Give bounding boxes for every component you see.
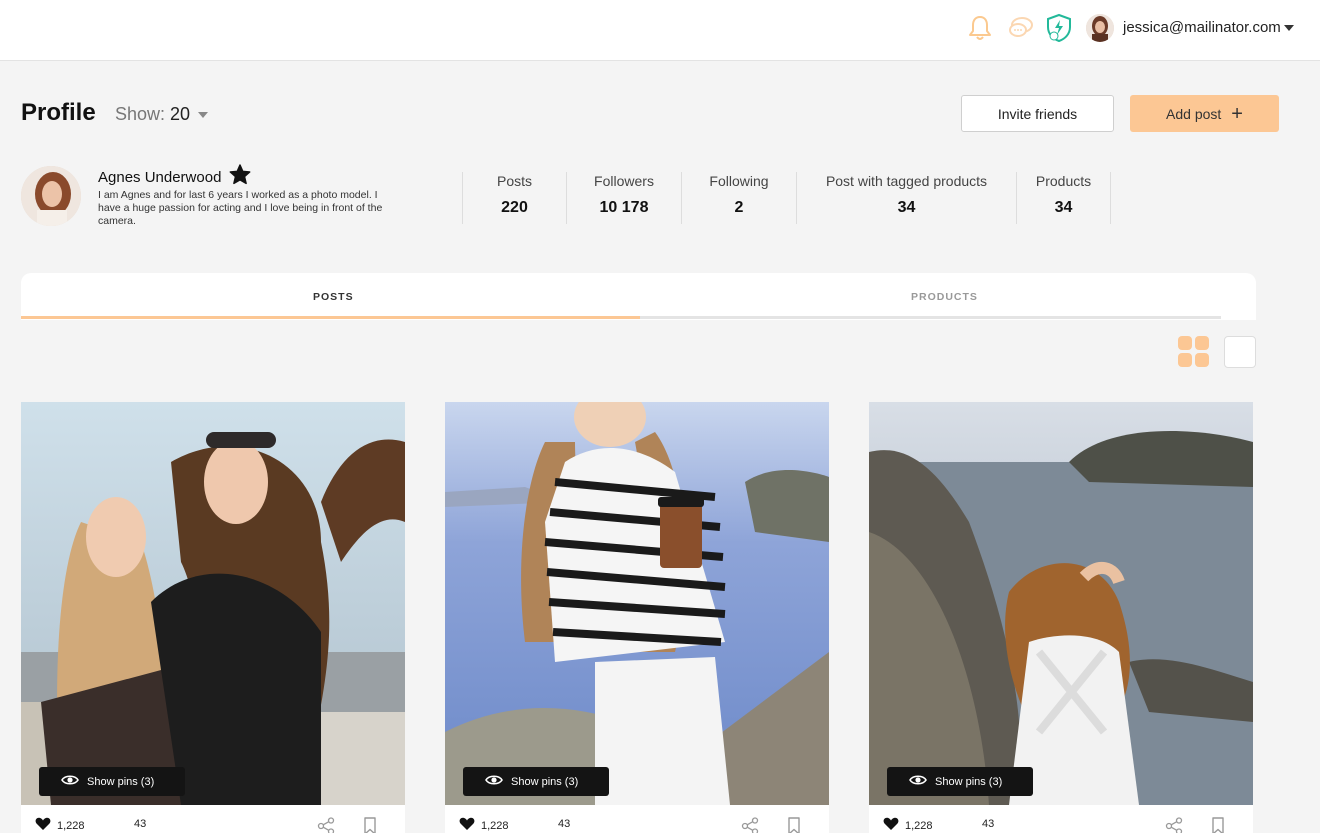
show-pins-label: Show pins (3) xyxy=(87,775,155,788)
share-icon[interactable] xyxy=(317,817,335,833)
shield-bolt-icon[interactable] xyxy=(1045,13,1073,43)
show-pins-button[interactable]: Show pins (3) xyxy=(39,767,185,796)
top-bar: jessica@mailinator.com xyxy=(0,0,1320,61)
stat-value: 34 xyxy=(897,199,916,216)
heart-icon xyxy=(35,817,51,833)
profile-stats: Posts 220 Followers 10 178 Following 2 P… xyxy=(462,172,1111,224)
avatar[interactable] xyxy=(1086,14,1114,42)
eye-icon xyxy=(485,774,503,789)
show-count-dropdown[interactable]: Show: 20 xyxy=(115,104,209,125)
add-post-button[interactable]: Add post + xyxy=(1130,95,1279,132)
bell-icon[interactable] xyxy=(966,13,994,43)
caret-down-icon[interactable] xyxy=(1284,25,1294,31)
post-card[interactable]: Show pins (3) 1,228 43 xyxy=(21,402,405,833)
stat-value: 220 xyxy=(501,199,528,216)
stat-value: 10 178 xyxy=(599,199,649,216)
stat-value: 34 xyxy=(1054,199,1073,216)
post-footer: 1,228 43 xyxy=(445,805,829,833)
user-email[interactable]: jessica@mailinator.com xyxy=(1123,19,1281,36)
star-badge-icon xyxy=(229,164,251,190)
likes-count: 1,228 xyxy=(905,819,933,832)
share-icon[interactable] xyxy=(741,817,759,833)
show-value: 20 xyxy=(170,104,191,124)
like-button[interactable]: 1,228 xyxy=(35,817,85,833)
add-post-label: Add post xyxy=(1166,105,1222,122)
bookmark-icon[interactable] xyxy=(787,817,801,833)
show-label: Show: xyxy=(115,104,166,124)
content-tabs: POSTS PRODUCTS xyxy=(21,273,1256,320)
page-title: Profile xyxy=(21,99,96,126)
stat-label: Products xyxy=(1035,173,1092,189)
likes-count: 1,228 xyxy=(481,819,509,832)
like-button[interactable]: 1,228 xyxy=(459,817,509,833)
list-view-button[interactable] xyxy=(1224,336,1256,368)
invite-friends-button[interactable]: Invite friends xyxy=(961,95,1114,132)
stat-label: Post with tagged products xyxy=(825,173,988,189)
stat-posts[interactable]: Posts 220 xyxy=(462,172,566,224)
post-image[interactable] xyxy=(869,402,1253,805)
post-image[interactable] xyxy=(445,402,829,805)
bookmark-icon[interactable] xyxy=(1211,817,1225,833)
post-footer: 1,228 43 xyxy=(869,805,1253,833)
bookmark-icon[interactable] xyxy=(363,817,377,833)
grid-view-icon[interactable] xyxy=(1178,336,1210,368)
tab-posts[interactable]: POSTS xyxy=(313,291,354,303)
post-image[interactable] xyxy=(21,402,405,805)
tab-active-indicator xyxy=(21,316,640,319)
show-pins-label: Show pins (3) xyxy=(511,775,579,788)
eye-icon xyxy=(909,774,927,789)
post-card[interactable]: Show pins (3) 1,228 43 xyxy=(445,402,829,833)
like-button[interactable]: 1,228 xyxy=(883,817,933,833)
comments-count[interactable]: 43 xyxy=(982,818,994,830)
stat-following[interactable]: Following 2 xyxy=(681,172,796,224)
eye-icon xyxy=(61,774,79,789)
comments-count[interactable]: 43 xyxy=(558,818,570,830)
show-pins-button[interactable]: Show pins (3) xyxy=(463,767,609,796)
post-card[interactable]: Show pins (3) 1,228 43 xyxy=(869,402,1253,833)
heart-icon xyxy=(459,817,475,833)
comments-count[interactable]: 43 xyxy=(134,818,146,830)
post-footer: 1,228 43 xyxy=(21,805,405,833)
heart-icon xyxy=(883,817,899,833)
profile-name-row: Agnes Underwood xyxy=(98,164,251,190)
chevron-down-icon xyxy=(198,111,209,118)
tab-products[interactable]: PRODUCTS xyxy=(911,291,978,303)
stat-label: Following xyxy=(709,173,769,189)
plus-icon: + xyxy=(1231,102,1243,125)
stat-label: Posts xyxy=(496,173,532,189)
chat-icon[interactable] xyxy=(1007,13,1035,43)
stat-products[interactable]: Products 34 xyxy=(1016,172,1111,224)
stat-tagged-products[interactable]: Post with tagged products 34 xyxy=(796,172,1016,224)
show-pins-button[interactable]: Show pins (3) xyxy=(887,767,1033,796)
stat-followers[interactable]: Followers 10 178 xyxy=(566,172,681,224)
stat-label: Followers xyxy=(594,173,654,189)
show-pins-label: Show pins (3) xyxy=(935,775,1003,788)
profile-bio: I am Agnes and for last 6 years I worked… xyxy=(98,189,383,227)
stat-value: 2 xyxy=(734,199,744,216)
share-icon[interactable] xyxy=(1165,817,1183,833)
profile-avatar xyxy=(21,166,81,226)
profile-name: Agnes Underwood xyxy=(98,168,222,186)
likes-count: 1,228 xyxy=(57,819,85,832)
